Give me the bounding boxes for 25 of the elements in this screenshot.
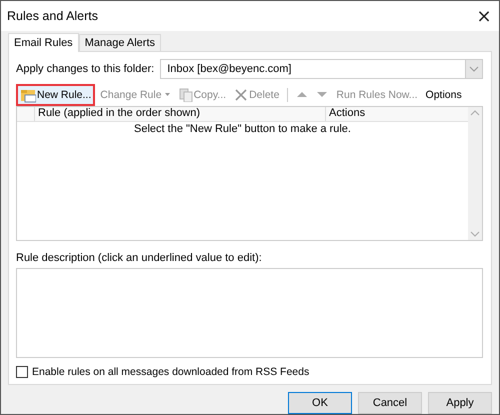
column-header: Actions — [328, 107, 366, 121]
dialog-button[interactable]: Cancel — [358, 392, 422, 414]
window-title: Rules and Alerts — [7, 9, 98, 23]
dialog-button[interactable]: Apply — [428, 392, 492, 414]
close-button[interactable]: × — [469, 1, 499, 31]
toolbar-button[interactable]: New Rule... — [16, 84, 96, 106]
folder-label: Apply changes to this folder: — [16, 63, 154, 75]
toolbar-button[interactable]: Options — [422, 84, 465, 106]
empty-message: Select the "New Rule" button to make a rule. — [133, 122, 352, 135]
checkbox[interactable] — [16, 366, 28, 378]
description-label: Rule description (click an underlined value to edit): — [16, 252, 263, 264]
tab[interactable]: Email Rules — [8, 33, 79, 52]
tab[interactable]: Manage Alerts — [78, 34, 162, 51]
checkbox-label: Enable rules on all messages downloaded from RSS Feeds — [32, 366, 310, 378]
dialog-button[interactable]: OK — [288, 392, 352, 414]
delete-icon — [234, 88, 248, 102]
caret-icon — [164, 92, 171, 98]
column-header: Rule (applied in the order shown) — [35, 107, 326, 121]
scroll-up-icon — [470, 109, 480, 117]
folder-icon — [20, 87, 36, 103]
scrollbar[interactable] — [468, 107, 482, 240]
chevron-down-icon — [465, 60, 482, 78]
folder-dropdown[interactable]: Inbox [bex@beyenc.com] — [160, 59, 483, 79]
copy-icon — [178, 88, 193, 102]
scroll-down-icon — [470, 230, 480, 238]
